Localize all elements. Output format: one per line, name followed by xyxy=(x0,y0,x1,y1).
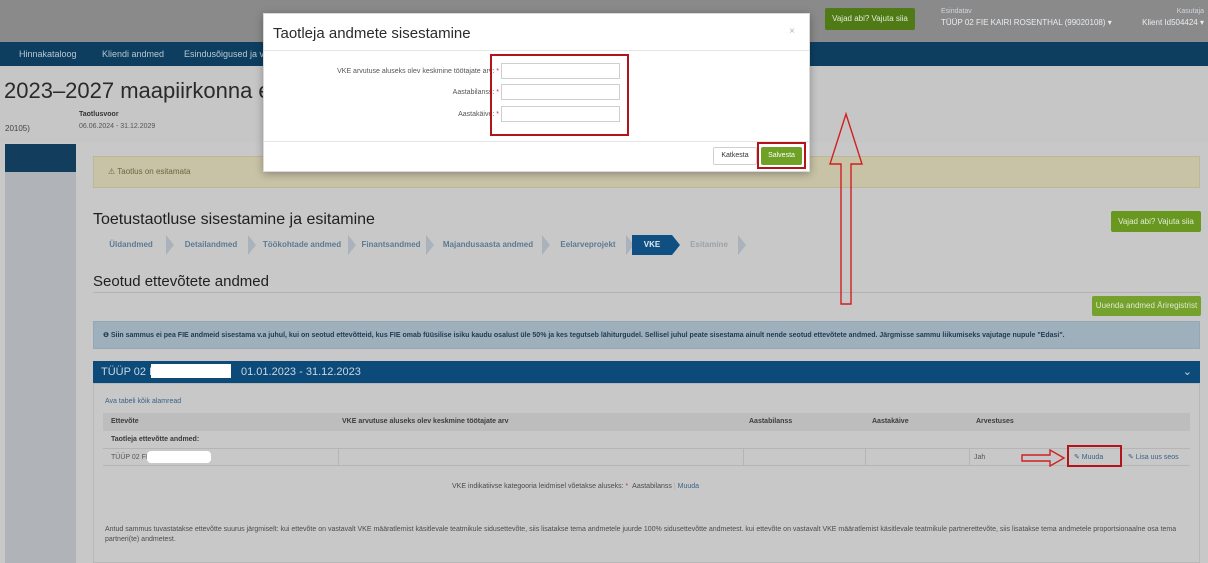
employees-label: VKE arvutuse aluseks olev keskmine tööta… xyxy=(337,68,495,75)
column-header: Ettevõte xyxy=(111,418,139,425)
annotation-highlight-save xyxy=(757,142,806,169)
annotation-arrow-right-icon xyxy=(1021,449,1066,467)
table-group-row: Taotleja ettevõtte andmed: xyxy=(103,432,1190,448)
balance-label: Aastabilanss: xyxy=(452,89,495,96)
step-general[interactable]: Üldandmed xyxy=(96,235,174,255)
annotation-highlight-fields xyxy=(490,54,629,136)
step-budget[interactable]: Eelarveprojekt xyxy=(550,235,634,255)
vke-basis-value: Aastabilanss xyxy=(632,483,672,490)
expand-rows-link[interactable]: Ava tabeli kõik alamread xyxy=(105,398,181,405)
size-explanation-text: Antud sammus tuvastatakse ettevõtte suur… xyxy=(105,526,1177,543)
section-title: Toetustaotluse sisestamine ja esitamine xyxy=(93,211,375,228)
cancel-button[interactable]: Katkesta xyxy=(713,147,757,165)
step-label: VKE xyxy=(643,240,661,249)
column-header: Aastabilanss xyxy=(749,418,793,425)
chevron-right-icon xyxy=(348,235,356,255)
help-button[interactable]: Vajad abi? Vajuta siia xyxy=(1111,211,1201,232)
chevron-right-icon xyxy=(542,235,550,255)
step-details[interactable]: Detailandmed xyxy=(174,235,256,255)
step-finance[interactable]: Finantsandmed xyxy=(356,235,434,255)
chevron-right-icon xyxy=(738,235,746,255)
cell-divider xyxy=(338,449,339,466)
page-id-trail: 20105) xyxy=(5,124,30,133)
nav-item-representation[interactable]: Esindusõigused ja v xyxy=(184,42,264,66)
separator: | xyxy=(673,483,676,490)
table-header: Ettevõte VKE arvutuse aluseks olev keskm… xyxy=(103,413,1190,431)
step-submit[interactable]: Esitamine xyxy=(680,235,746,255)
linked-companies-title: Seotud ettevõtete andmed xyxy=(93,273,269,290)
vke-basis-line: VKE indikatiivse kategooria leidmisel võ… xyxy=(452,483,699,490)
info-text: ❶ Siin sammus ei pea FIE andmeid sisesta… xyxy=(103,332,1065,339)
update-from-register-button[interactable]: Uuenda andmed Äriregistrist xyxy=(1092,296,1201,316)
field-label: VKE arvutuse aluseks olev keskmine tööta… xyxy=(337,68,499,75)
cell-counted: Jah xyxy=(974,454,986,461)
period-label: Taotlusvoor xyxy=(79,111,119,118)
chevron-right-icon xyxy=(248,235,256,255)
side-menu-active[interactable] xyxy=(5,144,76,172)
warning-text: ⚠ Taotlus on esitamata xyxy=(108,167,191,176)
side-menu xyxy=(5,172,76,563)
panel-title-period: 01.01.2023 - 31.12.2023 xyxy=(241,366,361,378)
user-value[interactable]: Klient Id504424 ▾ xyxy=(1130,17,1204,28)
step-label: Detailandmed xyxy=(184,240,238,249)
step-label: Finantsandmed xyxy=(361,240,421,249)
step-jobs[interactable]: Töökohtade andmed xyxy=(256,235,356,255)
company-panel-header[interactable]: TÜÜP 02 FIE 01.01.2023 - 31.12.2023 ⌄ xyxy=(93,361,1200,383)
representative-label: Esindatav xyxy=(941,8,972,15)
help-button-top[interactable]: Vajad abi? Vajuta siia xyxy=(825,8,915,30)
step-label: Majandusaasta andmed xyxy=(442,240,534,249)
nav-item-pricing[interactable]: Hinnakataloog xyxy=(19,42,77,66)
chevron-right-icon xyxy=(672,235,680,255)
step-label: Eelarveprojekt xyxy=(560,240,616,249)
redaction-mark xyxy=(151,364,231,378)
column-header: VKE arvutuse aluseks olev keskmine tööta… xyxy=(342,418,509,425)
info-alert: ❶ Siin sammus ei pea FIE andmeid sisesta… xyxy=(93,321,1200,349)
chevron-right-icon xyxy=(166,235,174,255)
step-fiscal-year[interactable]: Majandusaasta andmed xyxy=(434,235,550,255)
step-label: Töökohtade andmed xyxy=(262,240,342,249)
annotation-arrow-up-icon xyxy=(829,112,863,305)
annotation-highlight-edit xyxy=(1067,445,1122,467)
column-header: Arvestuses xyxy=(976,418,1014,425)
period-value: 06.06.2024 - 31.12.2029 xyxy=(79,123,156,130)
chevron-down-icon[interactable]: ⌄ xyxy=(1183,365,1192,378)
modal-title: Taotleja andmete sisestamine xyxy=(273,25,471,42)
vke-change-link[interactable]: Muuda xyxy=(678,483,699,490)
divider xyxy=(264,141,809,142)
representative-value[interactable]: TÜÜP 02 FIE KAIRI ROSENTHAL (99020108) ▾ xyxy=(941,17,1112,28)
step-label: Üldandmed xyxy=(109,240,153,249)
user-menu[interactable]: Kasutaja Klient Id504424 ▾ xyxy=(1130,6,1204,28)
divider xyxy=(93,292,1200,293)
step-vke[interactable]: VKE xyxy=(632,235,680,255)
user-label: Kasutaja xyxy=(1176,8,1204,15)
close-icon[interactable]: × xyxy=(789,26,795,37)
redaction-mark xyxy=(147,451,211,463)
cell-divider xyxy=(969,449,970,466)
chevron-right-icon xyxy=(426,235,434,255)
cell-divider xyxy=(865,449,866,466)
add-relation-link[interactable]: ✎ Lisa uus seos xyxy=(1128,453,1179,461)
representative-selector[interactable]: Esindatav TÜÜP 02 FIE KAIRI ROSENTHAL (9… xyxy=(941,6,1112,28)
group-label: Taotleja ettevõtte andmed: xyxy=(111,436,200,443)
required-mark: * xyxy=(625,483,629,490)
vke-basis-label: VKE indikatiivse kategooria leidmisel võ… xyxy=(452,483,624,490)
divider xyxy=(264,50,809,51)
applicant-data-modal: Taotleja andmete sisestamine × VKE arvut… xyxy=(263,13,810,172)
turnover-label: Aastakäive: xyxy=(458,111,495,118)
cell-divider xyxy=(743,449,744,466)
nav-item-client-data[interactable]: Kliendi andmed xyxy=(102,42,164,66)
column-header: Aastakäive xyxy=(872,418,909,425)
step-label: Esitamine xyxy=(690,240,728,249)
